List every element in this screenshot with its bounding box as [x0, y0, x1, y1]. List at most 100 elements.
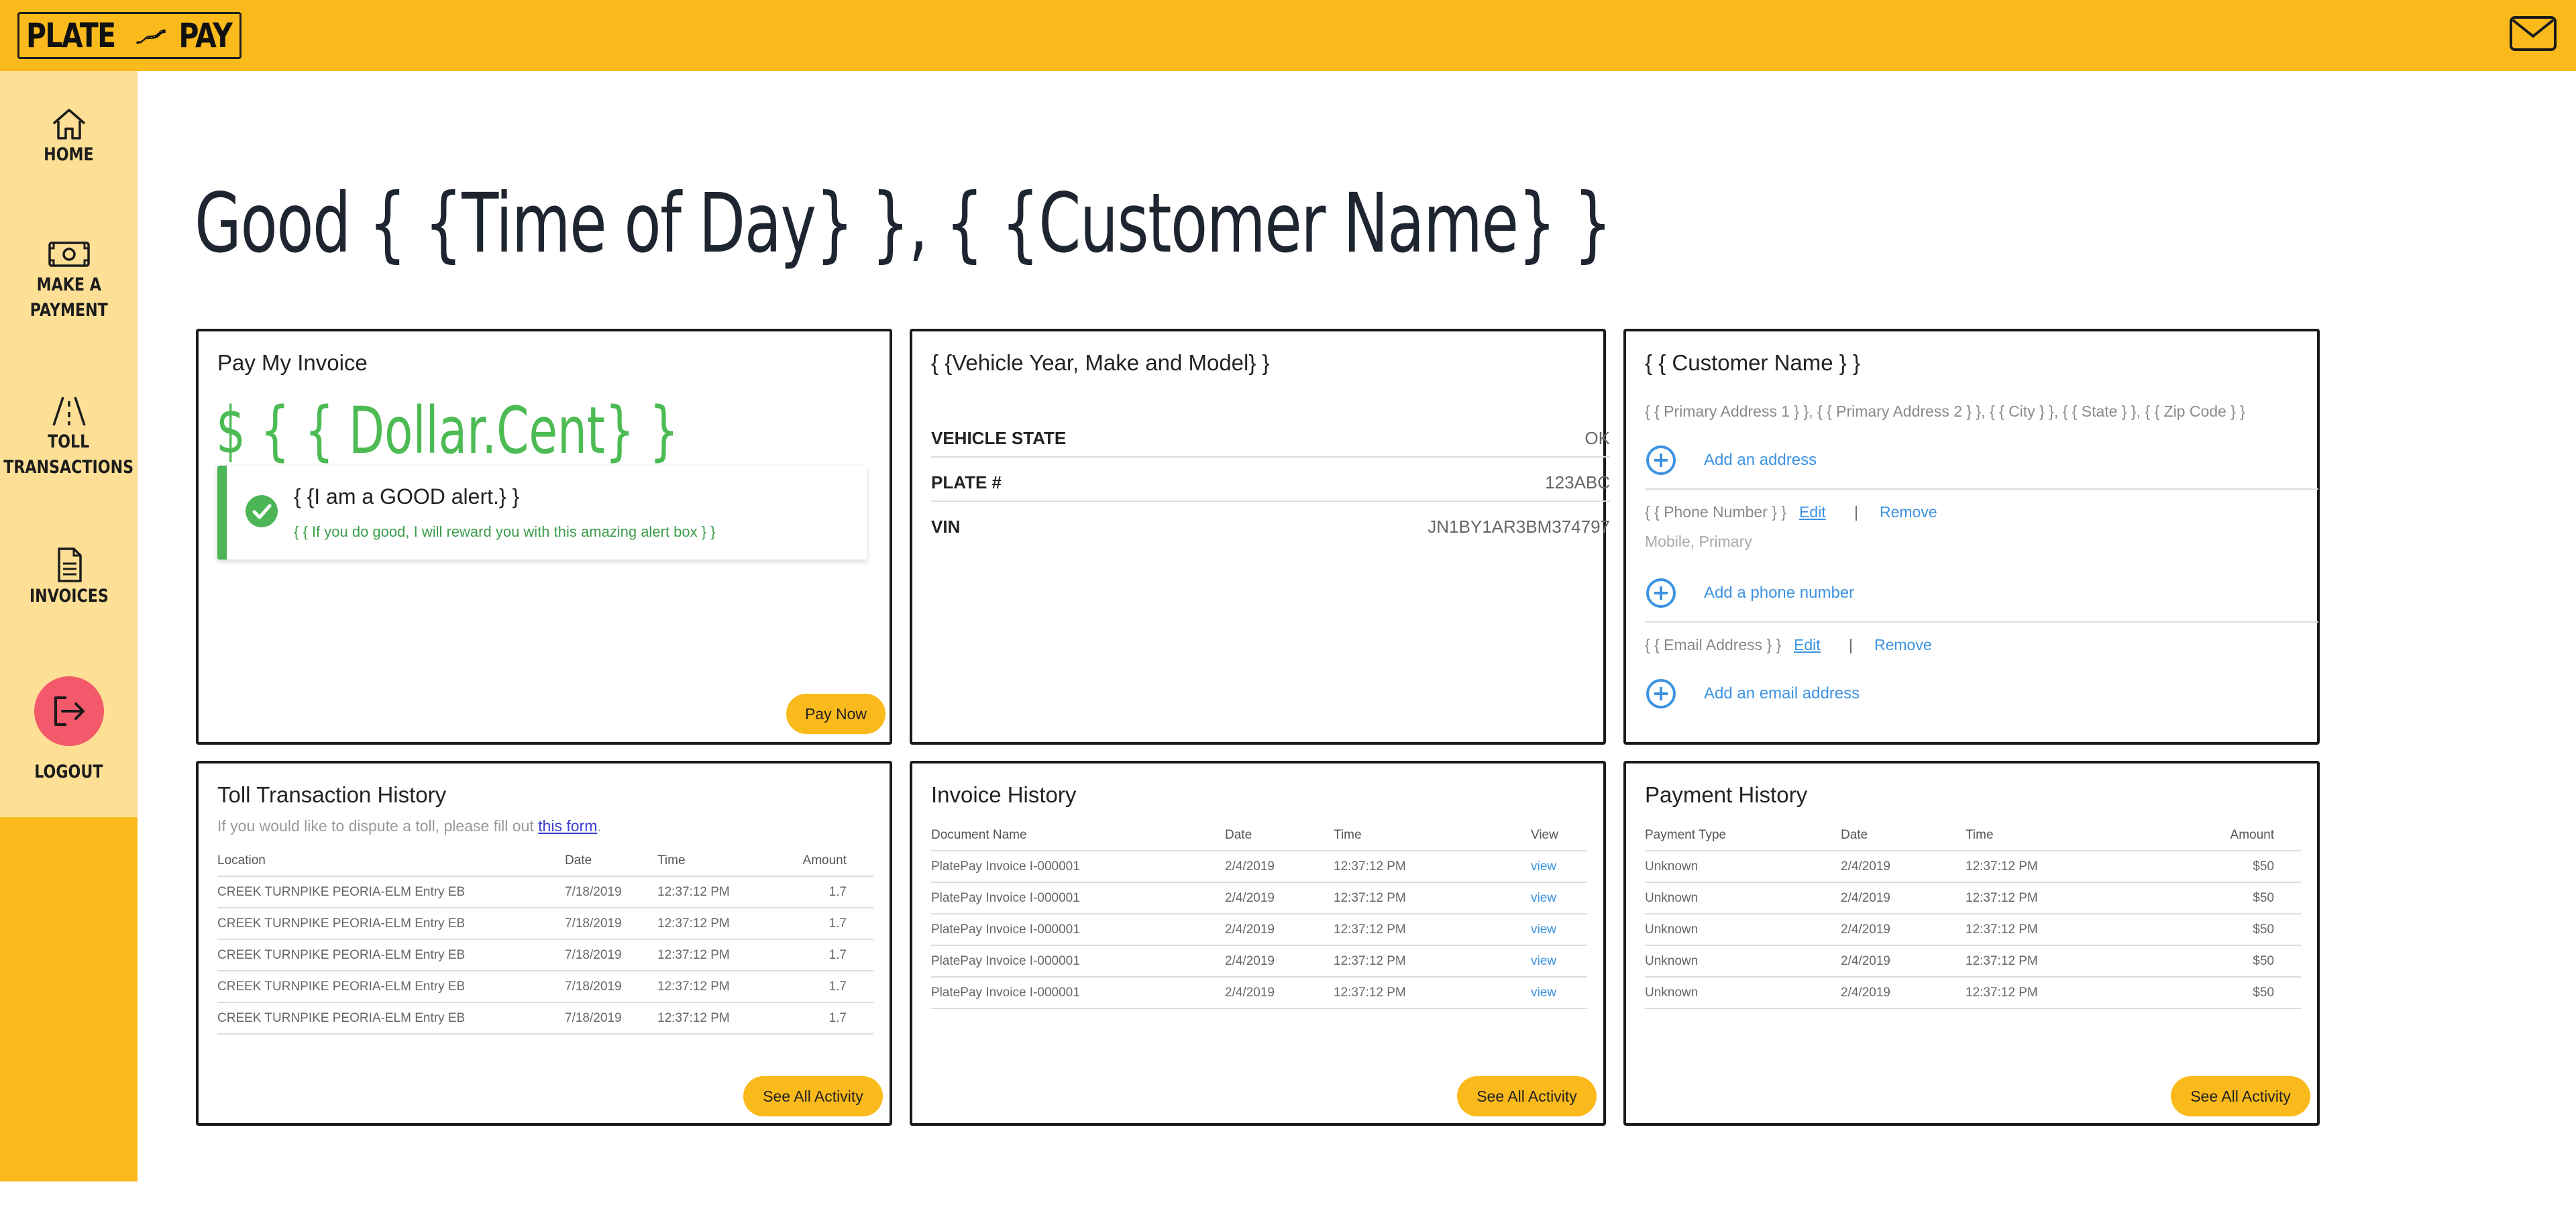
date-cell: 2/4/2019: [1225, 851, 1334, 883]
amount-cell: 1.7: [785, 971, 873, 1003]
remove-email-link[interactable]: Remove: [1874, 636, 1932, 654]
add-phone-label: Add a phone number: [1704, 584, 1855, 602]
column-header: Date: [1225, 820, 1334, 851]
document-cell: PlatePay Invoice I-000001: [931, 914, 1225, 946]
add-email-button[interactable]: Add an email address: [1645, 678, 1860, 710]
sidebar-item-invoices[interactable]: INVOICES: [0, 546, 138, 609]
see-all-payment-activity-button[interactable]: See All Activity: [2171, 1076, 2310, 1116]
date-cell: 2/4/2019: [1841, 914, 1966, 946]
success-alert: { {I am a GOOD alert.} } { { If you do g…: [217, 466, 867, 560]
separator: |: [1849, 636, 1853, 653]
date-cell: 2/4/2019: [1225, 882, 1334, 914]
plate-pay-logo[interactable]: PLATE PAY: [17, 12, 241, 59]
date-cell: 2/4/2019: [1225, 914, 1334, 946]
view-invoice-link[interactable]: view: [1531, 977, 1587, 1009]
document-icon: [57, 547, 82, 582]
time-cell: 12:37:12 PM: [1966, 882, 2167, 914]
card-title: Invoice History: [931, 782, 1077, 807]
table-header-row: Payment Type Date Time Amount: [1645, 820, 2301, 851]
date-cell: 7/18/2019: [565, 908, 657, 940]
time-cell: 12:37:12 PM: [1334, 882, 1531, 914]
time-cell: 12:37:12 PM: [657, 971, 785, 1003]
table-row: PlatePay Invoice I-000001 2/4/2019 12:37:1…: [931, 914, 1587, 946]
table-row: PlatePay Invoice I-000001 2/4/2019 12:37:1…: [931, 851, 1587, 883]
table-row: CREEK TURNPIKE PEORIA-ELM Entry EB 7/18/2…: [217, 939, 873, 971]
table-row: PlatePay Invoice I-000001 2/4/2019 12:37:1…: [931, 945, 1587, 978]
time-cell: 12:37:12 PM: [1966, 914, 2167, 946]
card-title: Payment History: [1645, 782, 1808, 807]
dispute-note-period: .: [597, 817, 602, 835]
add-email-label: Add an email address: [1704, 684, 1860, 702]
sidebar-item-label: INVOICES: [29, 586, 109, 607]
time-cell: 12:37:12 PM: [1966, 977, 2167, 1009]
pay-now-button[interactable]: Pay Now: [786, 694, 885, 734]
table-row: CREEK TURNPIKE PEORIA-ELM Entry EB 7/18/2…: [217, 908, 873, 940]
time-cell: 12:37:12 PM: [657, 939, 785, 971]
view-invoice-link[interactable]: view: [1531, 851, 1587, 883]
sidebar-item-make-payment[interactable]: MAKE A PAYMENT: [0, 235, 138, 323]
dispute-note: If you would like to dispute a toll, ple…: [217, 817, 602, 835]
vehicle-row-key: VIN: [931, 517, 961, 537]
alert-title: { {I am a GOOD alert.} }: [294, 484, 520, 509]
date-cell: 2/4/2019: [1841, 945, 1966, 978]
vehicle-row-value: OK: [1585, 428, 1610, 448]
separator: |: [1854, 503, 1858, 521]
time-cell: 12:37:12 PM: [657, 908, 785, 940]
add-address-button[interactable]: Add an address: [1645, 444, 1817, 476]
remove-phone-link[interactable]: Remove: [1880, 503, 1937, 521]
logout-button[interactable]: [34, 676, 104, 746]
sidebar-item-label: LOGOUT: [34, 761, 103, 782]
sidebar-item-toll-transactions[interactable]: TOLL TRANSACTIONS: [0, 392, 138, 480]
column-header: Payment Type: [1645, 820, 1841, 851]
toll-table: Location Date Time Amount CREEK TURNPIKE…: [217, 845, 873, 1035]
view-invoice-link[interactable]: view: [1531, 914, 1587, 946]
sidebar-item-label: HOME: [44, 144, 94, 165]
view-invoice-link[interactable]: view: [1531, 945, 1587, 978]
vehicle-row-value: 123ABC: [1545, 472, 1610, 492]
customer-card: { { Customer Name } } { { Primary Addres…: [1623, 329, 2320, 745]
amount-cell: 1.7: [785, 939, 873, 971]
edit-email-link[interactable]: Edit: [1794, 636, 1821, 654]
date-cell: 7/18/2019: [565, 1002, 657, 1035]
column-header: Date: [565, 845, 657, 877]
amount-cell: 1.7: [785, 908, 873, 940]
amount-cell: 1.7: [785, 1002, 873, 1035]
road-icon: [52, 397, 86, 426]
mail-icon[interactable]: [2509, 15, 2557, 52]
see-all-toll-activity-button[interactable]: See All Activity: [743, 1076, 883, 1116]
customer-phone: { { Phone Number } }: [1645, 503, 1786, 521]
table-row: Unknown 2/4/2019 12:37:12 PM $50: [1645, 851, 2301, 883]
document-cell: PlatePay Invoice I-000001: [931, 977, 1225, 1009]
date-cell: 2/4/2019: [1841, 977, 1966, 1009]
view-invoice-link[interactable]: view: [1531, 882, 1587, 914]
see-all-invoice-activity-button[interactable]: See All Activity: [1457, 1076, 1597, 1116]
sidebar-item-home[interactable]: HOME: [0, 105, 138, 168]
location-cell: CREEK TURNPIKE PEORIA-ELM Entry EB: [217, 939, 565, 971]
time-cell: 12:37:12 PM: [657, 876, 785, 908]
invoice-history-card: Invoice History Document Name Date Time …: [910, 761, 1606, 1126]
document-cell: PlatePay Invoice I-000001: [931, 945, 1225, 978]
amount-cell: $50: [2167, 945, 2301, 978]
check-circle-icon: [246, 495, 278, 527]
logout-icon: [54, 696, 85, 726]
plus-circle-icon: [1646, 679, 1676, 708]
date-cell: 2/4/2019: [1841, 851, 1966, 883]
edit-phone-link[interactable]: Edit: [1799, 503, 1826, 521]
logo-word-plate: PLATE: [26, 16, 116, 55]
add-phone-button[interactable]: Add a phone number: [1645, 577, 1854, 609]
alert-message: { { If you do good, I will reward you wi…: [294, 523, 716, 540]
column-header: View: [1531, 820, 1587, 851]
column-header: Date: [1841, 820, 1966, 851]
time-cell: 12:37:12 PM: [1334, 945, 1531, 978]
payment-history-card: Payment History Payment Type Date Time A…: [1623, 761, 2320, 1126]
column-header: Time: [1334, 820, 1531, 851]
date-cell: 2/4/2019: [1225, 945, 1334, 978]
amount-cell: $50: [2167, 914, 2301, 946]
sidebar: HOME MAKE A PAYMENT TOLL TRANSACTIONS IN…: [0, 71, 138, 817]
document-cell: PlatePay Invoice I-000001: [931, 851, 1225, 883]
dispute-form-link[interactable]: this form: [538, 817, 597, 835]
dispute-note-text: If you would like to dispute a toll, ple…: [217, 817, 539, 835]
time-cell: 12:37:12 PM: [1966, 945, 2167, 978]
sidebar-item-logout[interactable]: LOGOUT: [0, 676, 138, 785]
vehicle-row-state: VEHICLE STATE OK: [931, 413, 1610, 458]
